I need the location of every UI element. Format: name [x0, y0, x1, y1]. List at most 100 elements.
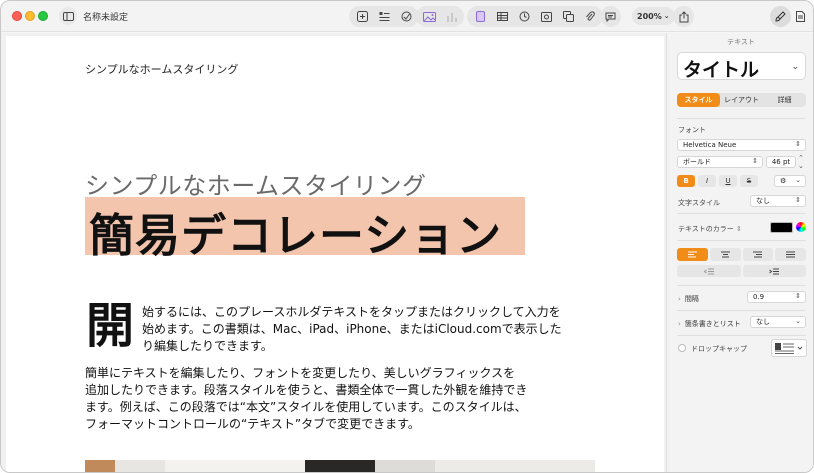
divider — [677, 240, 806, 241]
table-button[interactable] — [493, 8, 511, 25]
tab-style[interactable]: スタイル — [677, 93, 720, 107]
align-left-icon — [687, 251, 697, 258]
comment-button[interactable] — [600, 6, 621, 27]
document-page[interactable]: シンプルなホームスタイリング シンプルなホームスタイリング 簡易デコレーション … — [6, 36, 665, 472]
decrease-indent-button[interactable] — [677, 265, 741, 277]
align-center-button[interactable] — [709, 248, 741, 261]
bullets-label: 箇条書きとリスト — [684, 320, 741, 328]
clock-icon — [519, 11, 529, 22]
body-line: 始めます。この書類は、Mac、iPad、iPhone、またはiCloud.com… — [142, 322, 562, 336]
media-button[interactable] — [537, 8, 555, 25]
color-wheel-icon[interactable] — [796, 222, 806, 232]
attach-button[interactable] — [581, 8, 599, 25]
char-style-menu[interactable]: なし ⇕ — [750, 195, 806, 207]
underline-button[interactable]: U — [719, 175, 737, 187]
alignment-buttons — [677, 248, 806, 261]
align-left-button[interactable] — [677, 248, 708, 261]
dropcap-style-menu[interactable] — [771, 339, 807, 357]
share-icon — [679, 10, 688, 22]
font-size-stepper[interactable]: ⌃ ⌄ — [798, 154, 804, 170]
list-button[interactable] — [375, 8, 393, 25]
font-weight-value: ボールド — [683, 158, 711, 166]
italic-button[interactable]: I — [698, 175, 716, 187]
updown-icon: ⇕ — [795, 196, 801, 204]
bullets-value: なし — [756, 318, 770, 326]
share-button[interactable] — [673, 6, 694, 27]
divider — [677, 310, 806, 311]
image-icon — [422, 11, 436, 22]
text-box-button[interactable] — [471, 8, 489, 25]
page-image[interactable] — [85, 460, 665, 472]
sidebar-toggle-button[interactable] — [59, 7, 77, 25]
bullets-menu[interactable]: なし ⌄ — [750, 316, 806, 328]
font-family-menu[interactable]: Helvetica Neue ⇕ — [677, 139, 806, 151]
zoom-level: 200% — [637, 11, 662, 21]
objects-group — [467, 6, 603, 27]
justify-button[interactable] — [775, 248, 806, 261]
text-options-menu[interactable]: ⚙ ⌄ — [774, 175, 806, 187]
comment-icon — [605, 12, 616, 22]
body-line: 追加したりできます。段落スタイルを使うと、書類全体で一貫した外観を維持でき — [85, 383, 528, 397]
copy-button[interactable] — [559, 8, 577, 25]
body-line: り編集したりできます。 — [142, 339, 273, 353]
align-center-icon — [720, 251, 730, 258]
shapes-icon — [401, 11, 411, 22]
insert-group — [349, 6, 419, 27]
body-paragraph-2[interactable]: 簡単にテキストを編集したり、フォントを変更したり、美しいグラフィックスを 追加し… — [85, 365, 585, 433]
spacing-value: 0.9 — [753, 293, 765, 301]
format-inspector: テキスト タイトル ⌄ スタイル レイアウト 詳細 フォント Helvetica… — [666, 33, 813, 472]
subtitle-text[interactable]: シンプルなホームスタイリング — [85, 166, 427, 201]
title-text[interactable]: 簡易デコレーション — [89, 199, 502, 264]
font-size-value: 46 pt — [771, 158, 791, 166]
dropcap-checkbox[interactable] — [678, 344, 686, 352]
add-page-button[interactable] — [353, 8, 371, 25]
indent-icon — [769, 268, 780, 274]
image-button[interactable] — [420, 8, 438, 25]
text-format-buttons: B I U S — [677, 175, 758, 187]
updown-icon: ⇕ — [795, 292, 801, 300]
gear-icon: ⚙ — [780, 177, 787, 185]
zoom-window-button[interactable] — [38, 11, 48, 21]
disclosure-triangle-icon: › — [678, 320, 681, 328]
minimize-window-button[interactable] — [25, 11, 35, 21]
format-button[interactable] — [770, 6, 791, 27]
pages-window: 名称未設定 200% ⌄ シンプルなホームスタイリング シンプルなホームスタイリ… — [0, 0, 814, 473]
media-group — [416, 6, 464, 27]
tab-more[interactable]: 詳細 — [763, 93, 806, 107]
drop-cap[interactable]: 開 — [86, 299, 134, 353]
font-size-field[interactable]: 46 pt — [766, 156, 796, 168]
spacing-menu[interactable]: 0.9 ⇕ — [747, 291, 806, 303]
font-weight-menu[interactable]: ボールド ⇕ — [677, 156, 763, 168]
chevron-down-icon: ⌄ — [791, 62, 799, 72]
close-window-button[interactable] — [12, 11, 22, 21]
disclosure-triangle-icon: › — [678, 295, 681, 303]
media-icon — [540, 11, 552, 22]
document-button[interactable] — [790, 6, 811, 27]
spacing-disclosure[interactable]: › 間隔 — [678, 294, 699, 304]
bullets-disclosure[interactable]: › 箇条書きとリスト — [678, 319, 741, 329]
strikethrough-button[interactable]: S — [740, 175, 758, 187]
document-canvas[interactable]: シンプルなホームスタイリング シンプルなホームスタイリング 簡易デコレーション … — [1, 33, 666, 472]
add-page-icon — [356, 11, 368, 22]
page-header[interactable]: シンプルなホームスタイリング — [85, 61, 238, 77]
body-line: ます。例えば、この段落では“本文”スタイルを使用しています。このスタイルは、 — [85, 400, 527, 414]
text-box-icon — [475, 11, 485, 22]
align-right-icon — [753, 251, 763, 258]
zoom-menu[interactable]: 200% ⌄ — [632, 7, 675, 25]
text-color-well[interactable] — [770, 222, 793, 233]
tab-layout[interactable]: レイアウト — [720, 93, 763, 107]
body-paragraph-1[interactable]: 始するには、このプレースホルダテキストをタップまたはクリックして入力を 始めます… — [142, 304, 602, 355]
shapes-button[interactable] — [397, 8, 415, 25]
increase-indent-button[interactable] — [742, 265, 806, 277]
paragraph-style-menu[interactable]: タイトル ⌄ — [677, 52, 806, 81]
font-family-value: Helvetica Neue — [683, 141, 737, 149]
bold-button[interactable]: B — [677, 175, 695, 187]
document-icon — [796, 11, 805, 22]
outdent-icon — [703, 268, 714, 274]
sidebar-icon — [62, 11, 74, 21]
char-style-value: なし — [756, 197, 770, 205]
align-right-button[interactable] — [742, 248, 774, 261]
divider — [677, 213, 806, 214]
chart-button[interactable] — [442, 8, 460, 25]
clock-button[interactable] — [515, 8, 533, 25]
